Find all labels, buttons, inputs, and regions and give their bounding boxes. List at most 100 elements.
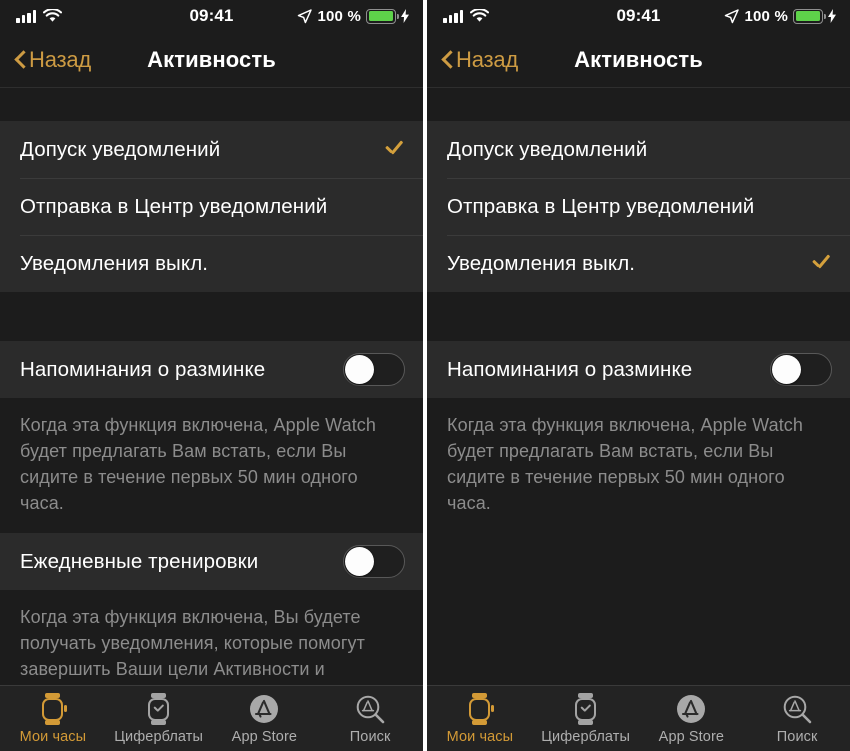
tab-bar: Мои часы Циферблаты App Store Поиск [0,685,423,751]
battery-full-icon [793,8,827,24]
wifi-icon [470,9,489,22]
battery-full-icon [366,8,400,24]
status-bar: 09:41 100 % [0,0,423,32]
section-gap-middle [427,292,850,341]
status-bar: 09:41 100 % [427,0,850,32]
settings-content: Допуск уведомлений Отправка в Центр увед… [427,88,850,685]
tab-app-store[interactable]: App Store [639,692,745,745]
wifi-icon [43,9,62,22]
toggle-knob [345,547,374,576]
tab-label: App Store [231,729,298,745]
tab-bar: Мои часы Циферблаты App Store Поиск [427,685,850,751]
notification-options-group: Допуск уведомлений Отправка в Центр увед… [427,121,850,292]
status-bar-clock: 09:41 [189,6,234,25]
cellular-bars-icon [443,9,463,23]
lightning-bolt-icon [828,9,836,23]
toggle-knob [345,355,374,384]
tab-label: Поиск [349,729,391,745]
watch-face-icon [146,692,172,726]
battery-percent-label: 100 % [317,7,361,25]
tab-watch-faces[interactable]: Циферблаты [533,692,639,745]
stand-reminders-group: Напоминания о разминке [427,341,850,398]
tab-my-watch[interactable]: Мои часы [427,692,533,745]
status-bar-left [16,9,62,23]
stand-reminders-description: Когда эта функция включена, Apple Watch … [427,398,850,516]
back-button[interactable]: Назад [14,47,91,73]
settings-content: Допуск уведомлений Отправка в Центр увед… [0,88,423,708]
tab-app-store[interactable]: App Store [212,692,318,745]
app-store-icon [675,692,707,726]
right-phone-screen: 09:41 100 % Назад Активность Допуск увед… [427,0,850,751]
tab-search[interactable]: Поиск [744,692,850,745]
dual-screenshot-stage: 09:41 100 % Назад Активность Допуск увед… [0,0,850,751]
option-row-notifications-off[interactable]: Уведомления выкл. [0,235,423,292]
watch-face-icon [573,692,599,726]
option-label: Допуск уведомлений [20,137,221,161]
lightning-bolt-icon [401,9,409,23]
tab-search[interactable]: Поиск [317,692,423,745]
stand-reminders-description: Когда эта функция включена, Apple Watch … [0,398,423,516]
search-icon [781,692,813,726]
daily-workouts-group: Ежедневные тренировки [0,533,423,590]
option-row-send-to-notification-center[interactable]: Отправка в Центр уведомлений [0,178,423,235]
toggle-label: Напоминания о разминке [20,357,266,381]
app-store-icon [248,692,280,726]
notification-options-group: Допуск уведомлений Отправка в Центр увед… [0,121,423,292]
back-button-label: Назад [29,46,92,72]
option-row-allow-notifications[interactable]: Допуск уведомлений [0,121,423,178]
option-label: Отправка в Центр уведомлений [20,194,328,218]
checkmark-icon [383,196,405,218]
toggle-row-daily-workouts[interactable]: Ежедневные тренировки [0,533,423,590]
chevron-left-icon [14,49,27,71]
tab-label: Циферблаты [541,729,631,745]
option-label: Уведомления выкл. [20,251,209,275]
status-bar-clock: 09:41 [616,6,661,25]
option-row-send-to-notification-center[interactable]: Отправка в Центр уведомлений [427,178,850,235]
panel-divider [423,0,427,751]
option-row-allow-notifications[interactable]: Допуск уведомлений [427,121,850,178]
back-button[interactable]: Назад [441,47,518,73]
tab-label: Мои часы [19,729,87,745]
back-button-label: Назад [456,46,519,72]
toggle-label: Ежедневные тренировки [20,549,259,573]
tab-watch-faces[interactable]: Циферблаты [106,692,212,745]
toggle-row-stand-reminders[interactable]: Напоминания о разминке [427,341,850,398]
section-gap-lower [0,516,423,533]
checkmark-icon [383,139,405,161]
option-label: Отправка в Центр уведомлений [447,194,755,218]
watch-icon [40,692,67,726]
checkmark-icon [383,253,405,275]
search-icon [354,692,386,726]
checkmark-icon [810,253,832,275]
daily-workouts-toggle[interactable] [343,545,405,578]
navigation-bar: Назад Активность [0,32,423,88]
location-arrow-icon [725,8,740,23]
stand-reminders-toggle[interactable] [770,353,832,386]
toggle-label: Напоминания о разминке [447,357,693,381]
left-phone-screen: 09:41 100 % Назад Активность Допуск увед… [0,0,423,751]
tab-my-watch[interactable]: Мои часы [0,692,106,745]
option-label: Уведомления выкл. [447,251,636,275]
section-gap-top [427,88,850,121]
watch-icon [467,692,494,726]
status-bar-right: 100 % [724,8,836,25]
section-gap-middle [0,292,423,341]
tab-label: App Store [658,729,725,745]
toggle-knob [772,355,801,384]
toggle-row-stand-reminders[interactable]: Напоминания о разминке [0,341,423,398]
cellular-bars-icon [16,9,36,23]
chevron-left-icon [441,49,454,71]
battery-percent-label: 100 % [744,7,788,25]
tab-label: Мои часы [446,729,514,745]
checkmark-icon [810,139,832,161]
location-arrow-icon [298,8,313,23]
navigation-bar: Назад Активность [427,32,850,88]
stand-reminders-toggle[interactable] [343,353,405,386]
option-label: Допуск уведомлений [447,137,648,161]
section-gap-top [0,88,423,121]
stand-reminders-group: Напоминания о разминке [0,341,423,398]
tab-label: Поиск [776,729,818,745]
checkmark-icon [810,196,832,218]
status-bar-right: 100 % [297,8,409,25]
option-row-notifications-off[interactable]: Уведомления выкл. [427,235,850,292]
